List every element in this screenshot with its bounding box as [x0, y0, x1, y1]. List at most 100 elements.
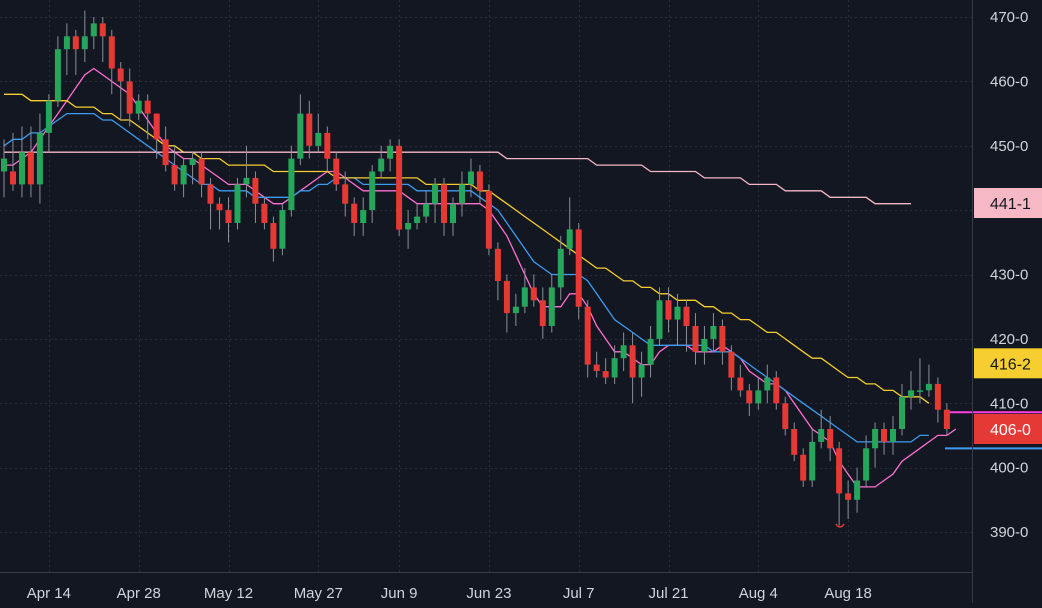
price-tick-label: 460-0	[990, 73, 1028, 90]
candle-body	[557, 248, 564, 288]
candle[interactable]	[234, 177, 241, 230]
candle-body	[485, 190, 492, 249]
candle-body	[270, 223, 277, 249]
candle-body	[189, 158, 196, 165]
candle-body	[737, 377, 744, 391]
candle-body	[180, 165, 187, 185]
candle-body	[234, 184, 241, 223]
price-tick-label: 420-0	[990, 331, 1028, 348]
candle-body	[351, 203, 358, 223]
date-tick-label: May 12	[204, 585, 253, 602]
chart-canvas[interactable]: 390-0 400-0 410-0 420-0 430-0 450-0 460-0 470-0…	[0, 0, 1042, 603]
candle-body	[360, 210, 367, 223]
price-tick-label: 450-0	[990, 138, 1028, 155]
candle-body	[459, 184, 465, 204]
price-axis[interactable]: 390-0 400-0 410-0 420-0 430-0 450-0 460-0 470-0	[990, 9, 1028, 541]
candle-body	[162, 139, 169, 166]
candle-body	[512, 306, 519, 314]
candle-body	[809, 441, 816, 481]
price-tag-label: 406-0	[990, 422, 1031, 439]
date-tick-label: Jul 7	[563, 585, 595, 602]
candle-body	[432, 184, 438, 204]
candle-body	[378, 158, 385, 172]
candle-body	[135, 100, 142, 114]
candle-body	[872, 429, 879, 449]
date-tick-label: May 27	[294, 585, 343, 602]
candle-body	[1, 158, 7, 172]
candle-body	[701, 338, 708, 352]
candle-body	[764, 377, 771, 391]
candle-body	[126, 81, 133, 114]
candle-body	[198, 158, 205, 185]
candle-body	[288, 158, 295, 211]
candle-body	[369, 171, 376, 211]
candle-body	[171, 165, 178, 185]
candle[interactable]	[279, 203, 286, 256]
candle-body	[925, 383, 932, 391]
candle-body	[593, 364, 600, 371]
candle[interactable]	[575, 223, 582, 320]
candle-body	[908, 390, 914, 397]
candle-body	[890, 429, 896, 442]
price-tick-label: 400-0	[990, 460, 1028, 477]
candle-body	[845, 493, 852, 500]
candle-body	[710, 326, 717, 339]
candle-body	[773, 377, 780, 404]
candle-body	[90, 23, 97, 37]
candle-body	[899, 396, 905, 429]
candle-body	[279, 210, 286, 249]
price-tick-label: 430-0	[990, 267, 1028, 284]
candle-body	[656, 300, 663, 339]
price-tag: 441-1	[974, 188, 1042, 218]
candle-body	[818, 429, 825, 442]
candle[interactable]	[485, 184, 492, 256]
candle-body	[27, 152, 34, 185]
date-tick-label: Jun 23	[466, 585, 511, 602]
candle-body	[63, 36, 70, 50]
price-tag-label: 441-1	[990, 196, 1031, 213]
price-tick-label: 390-0	[990, 524, 1028, 541]
candle-body	[881, 429, 887, 442]
date-tick-label: Jun 9	[381, 585, 418, 602]
date-tick-label: Apr 28	[117, 585, 161, 602]
candle-body	[566, 229, 573, 249]
candle-body	[468, 171, 474, 185]
candle-body	[521, 287, 528, 307]
candle-body	[342, 184, 349, 204]
candle-body	[36, 132, 43, 185]
price-tag: 406-0	[974, 414, 1042, 444]
candle-body	[153, 113, 160, 140]
candle-body	[539, 300, 546, 327]
candle-body	[683, 306, 690, 326]
chart-background	[0, 0, 1042, 603]
candle-body	[99, 23, 106, 37]
candle-body	[243, 177, 250, 185]
candle-body	[728, 351, 735, 378]
candle-body	[450, 203, 456, 223]
candle-body	[261, 203, 268, 223]
candle-body	[252, 177, 259, 204]
candle-body	[117, 68, 124, 82]
candle-body	[19, 152, 25, 185]
candle-body	[45, 100, 52, 133]
candle-body	[692, 326, 699, 352]
date-tick-label: Aug 4	[739, 585, 778, 602]
candle-body	[324, 132, 331, 159]
candle-body	[584, 306, 591, 365]
candle[interactable]	[396, 139, 403, 236]
price-tick-label: 470-0	[990, 9, 1028, 26]
candle-body	[934, 383, 941, 410]
candle-body	[476, 171, 483, 191]
candle-body	[638, 364, 645, 378]
candle-body	[216, 203, 223, 211]
candle-body	[503, 280, 510, 314]
candle-body	[207, 184, 214, 204]
price-chart[interactable]: 390-0 400-0 410-0 420-0 430-0 450-0 460-0 470-0…	[0, 0, 1042, 603]
candle-body	[387, 145, 394, 159]
candle-body	[800, 454, 807, 481]
candle-body	[719, 326, 726, 352]
candle-body	[827, 429, 834, 449]
candle-body	[144, 100, 151, 114]
candle-body	[791, 429, 798, 455]
date-tick-label: Jul 21	[648, 585, 688, 602]
